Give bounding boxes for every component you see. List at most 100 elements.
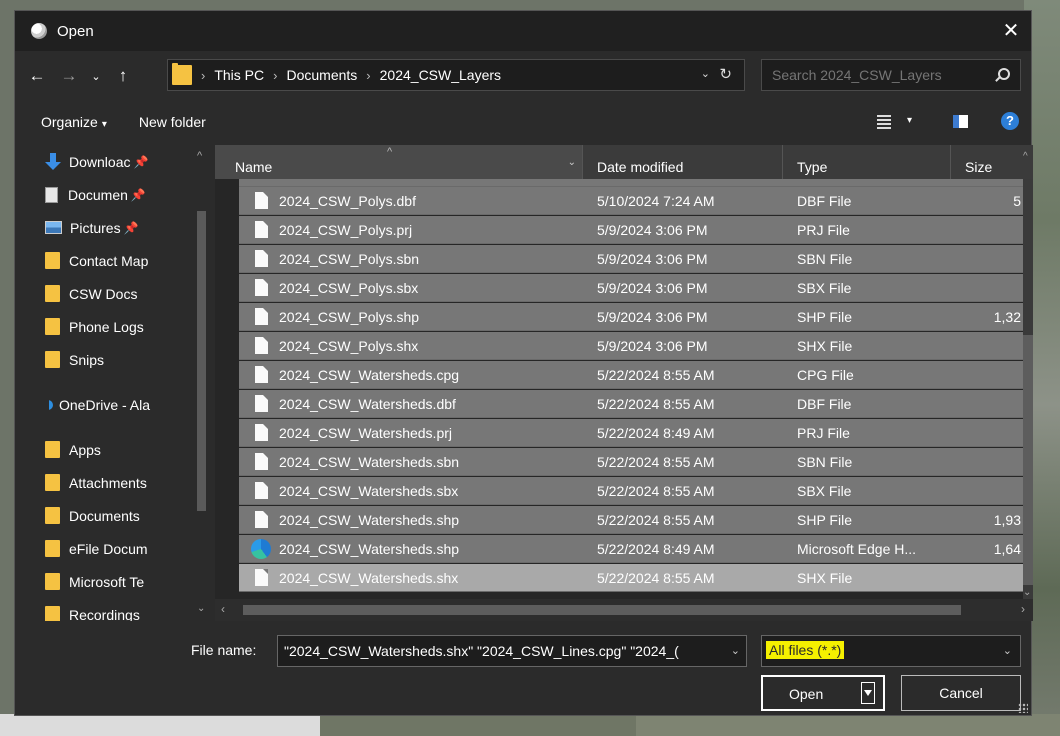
breadcrumb-separator[interactable]: › (366, 68, 370, 83)
title-bar[interactable]: Open ✕ (15, 11, 1031, 51)
navigation-pane[interactable]: Downloac 📌 Documen 📌 Pictures 📌 Contact … (15, 145, 207, 621)
organize-label: Organize (41, 114, 98, 130)
file-name-input[interactable] (278, 636, 718, 666)
file-list[interactable]: Name ^ ⌄ Date modified Type Size 2024_CS… (215, 145, 1033, 621)
chevron-down-icon[interactable]: ⌄ (701, 67, 710, 80)
nav-item-snips[interactable]: Snips (45, 343, 205, 376)
breadcrumb-documents[interactable]: Documents (286, 67, 357, 83)
table-row[interactable]: 2024_CSW_Watersheds.shx 5/22/2024 8:55 AM… (239, 564, 1023, 592)
breadcrumb-this-pc[interactable]: This PC (214, 67, 264, 83)
folder-icon (45, 351, 60, 368)
table-row[interactable]: 2024_CSW_Watersheds.dbf 5/22/2024 8:55 AM… (239, 390, 1023, 418)
date-modified-cell: 5/10/2024 7:24 AM (597, 193, 715, 209)
resize-grip[interactable] (1018, 703, 1028, 713)
new-folder-button[interactable]: New folder (139, 114, 206, 130)
table-row[interactable]: 2024_CSW_Polys.sbx 5/9/2024 3:06 PM SBX Fi… (239, 274, 1023, 302)
close-button[interactable]: ✕ (997, 17, 1025, 45)
scroll-up-icon[interactable]: ^ (1023, 151, 1028, 162)
open-options-dropdown[interactable] (861, 682, 875, 704)
recent-locations-button[interactable]: ⌄ (87, 61, 105, 91)
column-header-size[interactable]: Size (951, 145, 1023, 179)
search-box[interactable] (761, 59, 1021, 91)
table-row[interactable]: 2024_CSW_Watersheds.shp 5/22/2024 8:55 AM… (239, 506, 1023, 534)
app-icon (31, 23, 47, 39)
file-type-selected-value: All files (*.*) (766, 641, 845, 659)
nav-item-apps[interactable]: Apps (45, 433, 205, 466)
scroll-left-icon[interactable]: ‹ (221, 602, 225, 616)
file-name-cell: 2024_CSW_Watersheds.cpg (279, 367, 460, 383)
chevron-down-icon[interactable]: ⌄ (1003, 644, 1012, 657)
nav-item-onedrive[interactable]: OneDrive - Ala (49, 388, 207, 421)
table-row[interactable]: 2024_CSW_Watersheds.shp 5/22/2024 8:49 AM… (239, 535, 1023, 563)
nav-item-attachments[interactable]: Attachments (45, 466, 205, 499)
nav-item-downloads[interactable]: Downloac 📌 (45, 145, 205, 178)
view-options-icon[interactable] (877, 115, 891, 129)
table-row-partial[interactable] (239, 179, 1023, 187)
preview-pane-icon[interactable] (953, 115, 968, 128)
scrollbar-thumb[interactable] (243, 605, 961, 615)
refresh-icon[interactable]: ↻ (719, 65, 732, 83)
file-size-cell (965, 477, 1023, 505)
nav-item-recordings[interactable]: Recordings (45, 598, 205, 621)
file-size-cell (965, 274, 1023, 302)
documents-icon (45, 186, 58, 203)
chevron-down-icon[interactable]: ⌄ (568, 157, 576, 168)
forward-button[interactable]: → (57, 61, 81, 91)
file-type-cell: SBX File (797, 280, 852, 296)
folder-icon (45, 573, 60, 590)
table-row[interactable]: 2024_CSW_Polys.dbf 5/10/2024 7:24 AM DBF F… (239, 187, 1023, 215)
table-row[interactable]: 2024_CSW_Watersheds.sbn 5/22/2024 8:55 AM… (239, 448, 1023, 476)
organize-button[interactable]: Organize ▾ (41, 114, 107, 130)
nav-item-phone-logs[interactable]: Phone Logs (45, 310, 205, 343)
file-list-horizontal-scrollbar[interactable]: ‹ › (215, 599, 1033, 621)
file-size-cell: 1,93 (993, 512, 1021, 528)
date-modified-cell: 5/9/2024 3:06 PM (597, 222, 708, 238)
chevron-down-icon[interactable]: ▾ (907, 115, 912, 126)
breadcrumb-current-folder[interactable]: 2024_CSW_Layers (380, 67, 501, 83)
chevron-down-icon[interactable]: ⌄ (731, 644, 740, 657)
nav-item-documents[interactable]: Documents (45, 499, 205, 532)
nav-scroll-up-icon[interactable]: ^ (197, 150, 202, 162)
file-type-select[interactable]: All files (*.*) ⌄ (761, 635, 1021, 667)
nav-item-label: Microsoft Te (69, 573, 145, 590)
table-row[interactable]: 2024_CSW_Polys.prj 5/9/2024 3:06 PM PRJ Fi… (239, 216, 1023, 244)
file-type-cell: PRJ File (797, 222, 850, 238)
up-button[interactable]: ↑ (111, 61, 135, 91)
table-row[interactable]: 2024_CSW_Polys.shx 5/9/2024 3:06 PM SHX Fi… (239, 332, 1023, 360)
download-icon (45, 152, 61, 171)
nav-item-pictures[interactable]: Pictures 📌 (45, 211, 205, 244)
file-type-cell: DBF File (797, 396, 852, 412)
scrollbar-thumb[interactable] (1023, 335, 1033, 585)
help-icon[interactable]: ? (1001, 112, 1019, 130)
nav-item-microsoft-teams[interactable]: Microsoft Te (45, 565, 205, 598)
table-row[interactable]: 2024_CSW_Polys.sbn 5/9/2024 3:06 PM SBN Fi… (239, 245, 1023, 273)
nav-item-documents-pinned[interactable]: Documen 📌 (45, 178, 205, 211)
nav-item-csw-docs[interactable]: CSW Docs (45, 277, 205, 310)
back-button[interactable]: ← (25, 61, 49, 91)
table-row[interactable]: 2024_CSW_Watersheds.sbx 5/22/2024 8:55 AM… (239, 477, 1023, 505)
date-modified-cell: 5/9/2024 3:06 PM (597, 338, 708, 354)
column-header-type[interactable]: Type (783, 145, 951, 179)
search-icon[interactable] (998, 68, 1010, 80)
search-input[interactable] (762, 67, 982, 83)
breadcrumb-separator[interactable]: › (201, 68, 205, 83)
chevron-down-icon[interactable]: ⌄ (197, 603, 205, 614)
nav-scrollbar-thumb[interactable] (197, 211, 206, 511)
scroll-right-icon[interactable]: › (1021, 602, 1025, 616)
breadcrumb-separator[interactable]: › (273, 68, 277, 83)
breadcrumb[interactable]: › This PC › Documents › 2024_CSW_Layers … (167, 59, 745, 91)
folder-icon (45, 252, 60, 269)
nav-item-contact-map[interactable]: Contact Map (45, 244, 205, 277)
file-list-vertical-scrollbar[interactable]: ^ ⌄ (1023, 151, 1033, 599)
column-header-date[interactable]: Date modified (583, 145, 783, 179)
file-name-combobox[interactable]: ⌄ (277, 635, 747, 667)
nav-item-efile-documents[interactable]: eFile Docum (45, 532, 205, 565)
cancel-button[interactable]: Cancel (901, 675, 1021, 711)
table-row[interactable]: 2024_CSW_Watersheds.prj 5/22/2024 8:49 AM… (239, 419, 1023, 447)
column-header-name[interactable]: Name ^ ⌄ (215, 145, 583, 179)
open-button[interactable]: Open (761, 675, 885, 711)
table-row[interactable]: 2024_CSW_Watersheds.cpg 5/22/2024 8:55 AM… (239, 361, 1023, 389)
table-row[interactable]: 2024_CSW_Polys.shp 5/9/2024 3:06 PM SHP Fi… (239, 303, 1023, 331)
scroll-down-icon[interactable]: ⌄ (1023, 587, 1031, 598)
file-name-cell: 2024_CSW_Watersheds.sbx (279, 483, 459, 499)
